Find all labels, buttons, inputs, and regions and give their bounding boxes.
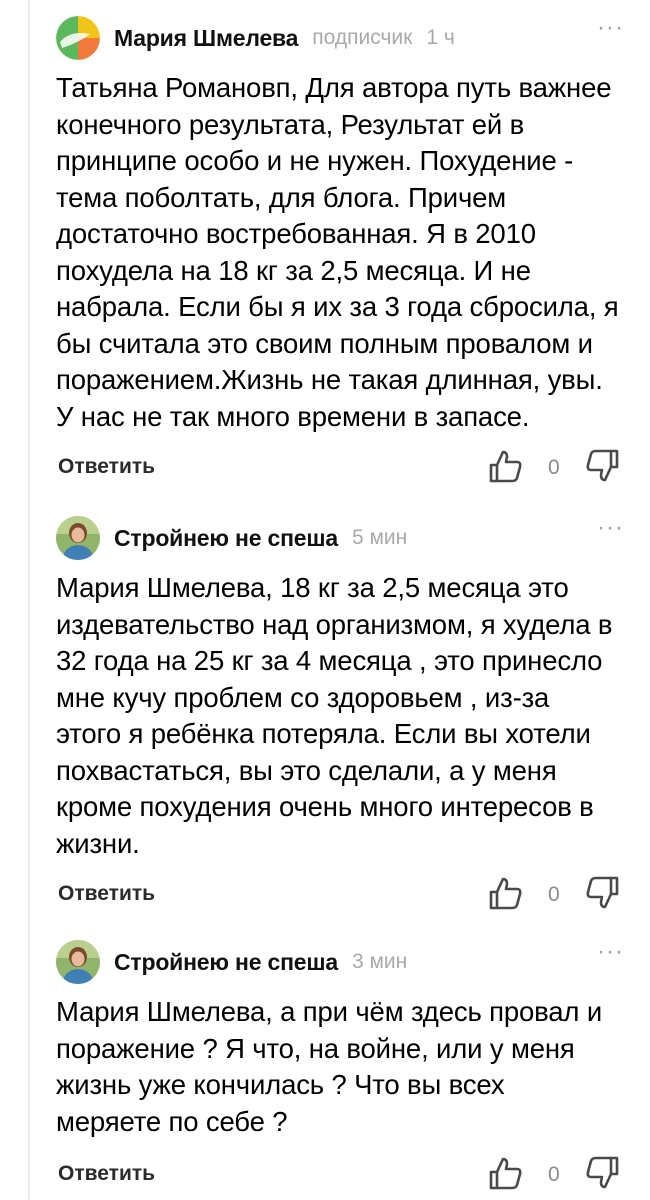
avatar[interactable]	[56, 16, 100, 60]
author-name[interactable]: Стройнею не спеша	[114, 949, 338, 976]
comment-actions: Ответить 0	[56, 447, 626, 487]
more-dots-icon[interactable]: ···	[597, 516, 624, 540]
comment-text: Мария Шмелева, а при чём здесь провал и …	[56, 996, 603, 1137]
comment-time: 5 мин	[351, 526, 408, 549]
reply-button[interactable]: Ответить	[58, 455, 155, 479]
more-dots-icon[interactable]: ···	[597, 940, 624, 964]
comment-header: Мария Шмелева подписчик 1 ч ···	[56, 14, 626, 62]
subscriber-badge: подписчик	[312, 26, 413, 49]
thumbs-down-icon[interactable]	[584, 1154, 622, 1192]
like-count: 0	[548, 883, 560, 906]
reply-button[interactable]: Ответить	[58, 1162, 155, 1186]
thumbs-up-icon[interactable]	[486, 1154, 524, 1192]
comment: Стройнею не спеша 3 мин ··· Мария Шмелев…	[56, 938, 626, 1194]
like-count: 0	[548, 456, 560, 479]
avatar-photo-icon	[56, 940, 100, 984]
comment: Стройнею не спеша 5 мин ··· Мария Шмелев…	[56, 514, 626, 914]
avatar-photo-icon	[56, 516, 100, 560]
reply-button[interactable]: Ответить	[58, 882, 155, 906]
comment-text: Татьяна Романовп, Для автора путь важнее…	[56, 72, 619, 432]
author-name[interactable]: Мария Шмелева	[114, 25, 298, 52]
thumbs-up-icon[interactable]	[486, 447, 524, 485]
comment-header: Стройнею не спеша 5 мин ···	[56, 514, 626, 562]
avatar[interactable]	[56, 940, 100, 984]
comment-time: 3 мин	[351, 950, 408, 973]
thumbs-up-icon[interactable]	[486, 874, 524, 912]
more-dots-icon[interactable]: ···	[597, 16, 624, 40]
comment-text: Мария Шмелева, 18 кг за 2,5 месяца это и…	[56, 572, 613, 859]
comment-header: Стройнею не спеша 3 мин ···	[56, 938, 626, 986]
thread-line	[28, 0, 30, 1200]
comment-time: 1 ч	[426, 26, 455, 49]
avatar-logo-icon	[56, 16, 100, 60]
avatar[interactable]	[56, 516, 100, 560]
comment: Мария Шмелева подписчик 1 ч ··· Татьяна …	[56, 14, 626, 487]
thumbs-down-icon[interactable]	[584, 447, 622, 485]
comment-actions: Ответить 0	[56, 874, 626, 914]
like-count: 0	[548, 1163, 560, 1186]
comment-actions: Ответить 0	[56, 1154, 626, 1194]
thumbs-down-icon[interactable]	[584, 874, 622, 912]
author-name[interactable]: Стройнею не спеша	[114, 525, 338, 552]
